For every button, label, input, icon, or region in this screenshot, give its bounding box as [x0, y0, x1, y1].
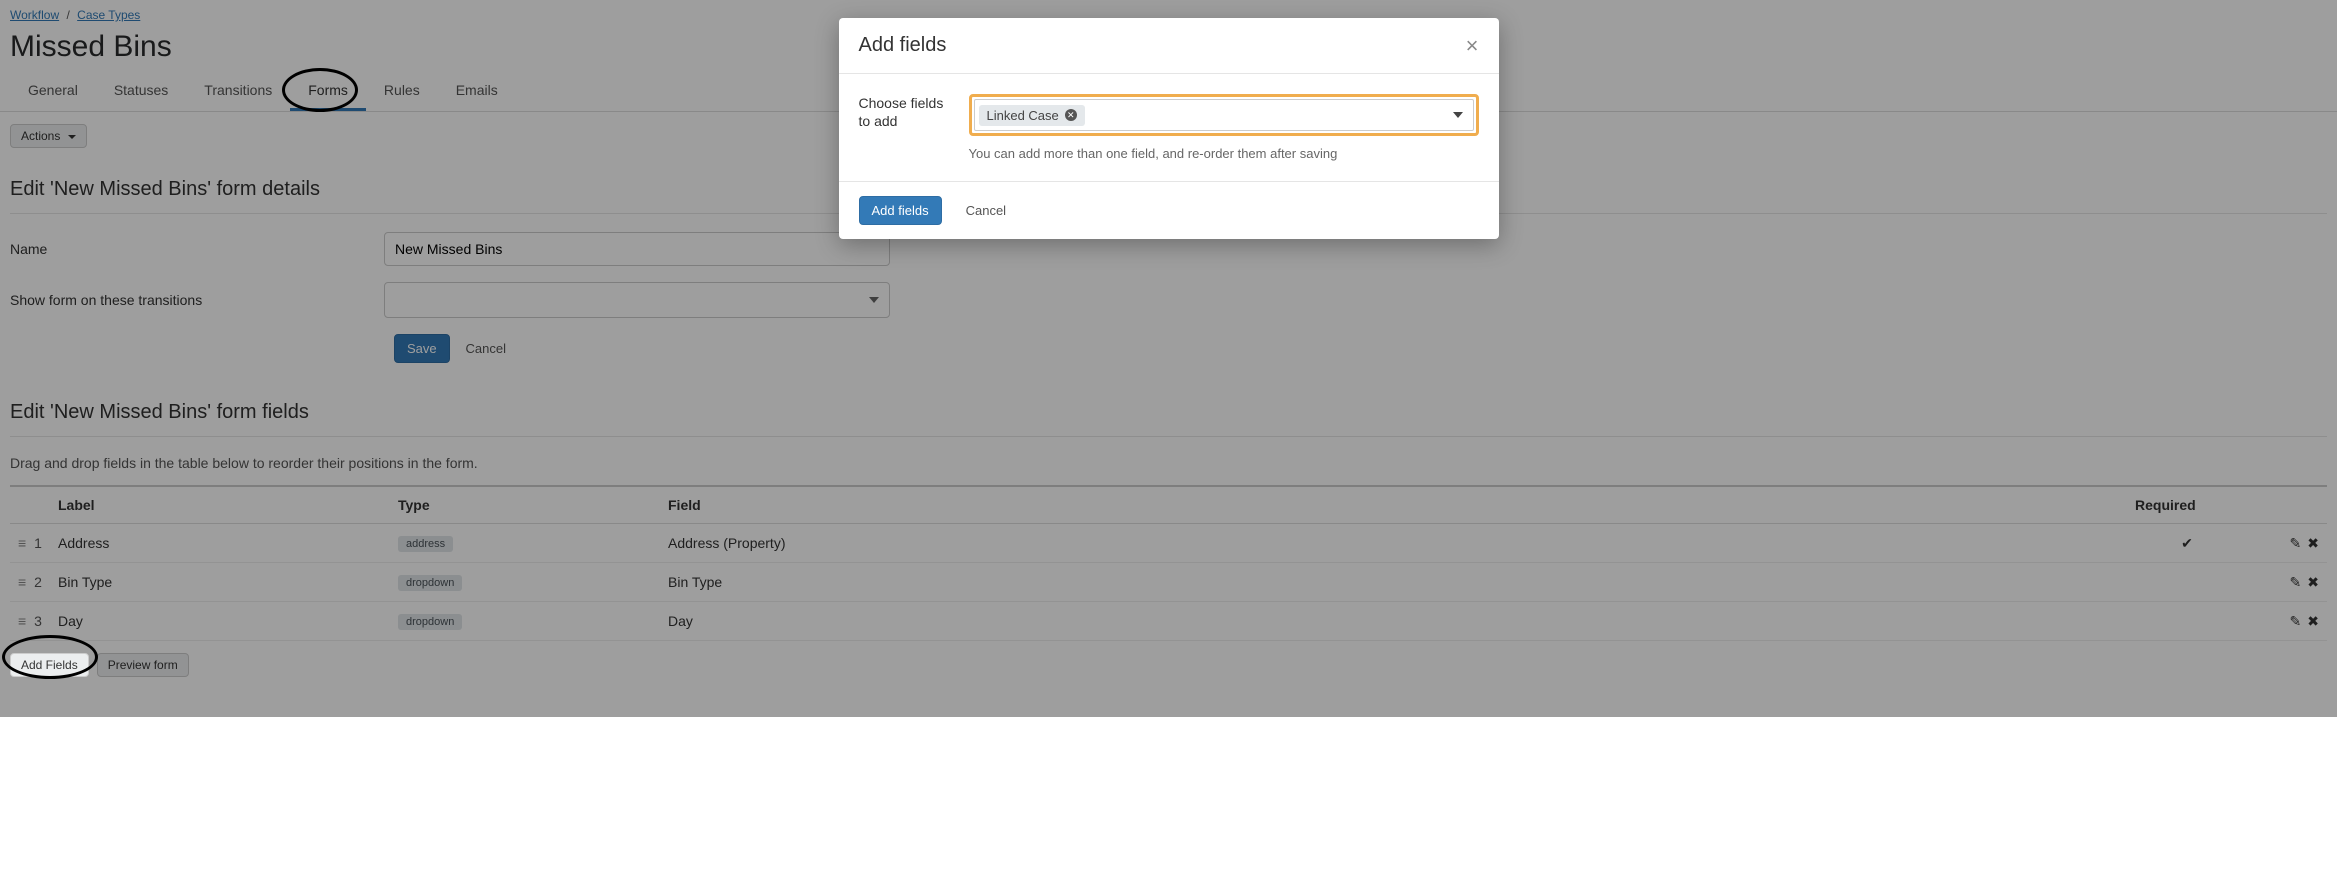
chevron-down-icon — [1453, 112, 1463, 118]
modal-add-fields-button[interactable]: Add fields — [859, 196, 942, 225]
modal-title: Add fields — [859, 34, 947, 57]
add-fields-modal: Add fields × Choose fields to add Linked… — [839, 18, 1499, 239]
modal-hint: You can add more than one field, and re-… — [969, 146, 1479, 161]
remove-token-icon[interactable]: ✕ — [1065, 109, 1077, 121]
modal-cancel-button[interactable]: Cancel — [954, 197, 1018, 224]
field-token-linked-case: Linked Case ✕ — [979, 105, 1085, 126]
close-icon[interactable]: × — [1466, 35, 1479, 57]
add-fields-button[interactable]: Add Fields — [10, 653, 89, 677]
choose-fields-label: Choose fields to add — [859, 94, 969, 161]
fields-multiselect[interactable]: Linked Case ✕ — [969, 94, 1479, 136]
token-label: Linked Case — [987, 108, 1059, 123]
